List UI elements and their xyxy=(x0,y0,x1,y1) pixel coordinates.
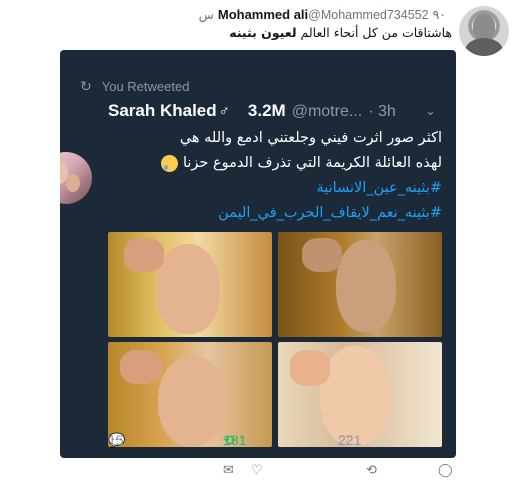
tweet-text-plain: هاشتاقات من كل أنحاء العالم xyxy=(296,25,453,40)
photo-man-crying xyxy=(278,232,442,337)
photo-girl-crying-1 xyxy=(108,232,272,337)
retweet-count: 181 xyxy=(223,432,247,448)
inner-time: · 3h xyxy=(368,103,396,120)
photo-face xyxy=(158,356,226,446)
tweet-action-bar: ✉ ♡ ⟲ ◯ xyxy=(0,463,517,479)
reply-count: 15 xyxy=(108,432,124,448)
inner-handle: @motre... xyxy=(291,103,363,120)
inner-line-1: اكثر صور اثرت فيني وجلعتني ادمع والله هي xyxy=(179,130,442,146)
photo-hand xyxy=(120,350,162,384)
chevron-down-icon: ⌄ xyxy=(425,104,436,119)
photo-hand xyxy=(302,238,342,272)
retweeted-label: You Retweeted xyxy=(101,79,190,94)
male-symbol-icon: ♂ xyxy=(218,103,230,120)
author-name[interactable]: Mohammed ali xyxy=(218,7,308,22)
inner-author-name: Sarah Khaled xyxy=(108,101,217,120)
embedded-screenshot[interactable]: ↻ You Retweeted Sarah Khaled ♂ 3.2M @motre..… xyxy=(60,50,456,458)
inner-tweet-header: Sarah Khaled ♂ 3.2M @motre... · 3h xyxy=(108,101,396,121)
avatar-face xyxy=(66,174,80,192)
tweet-text-bold: لعيون بثينه xyxy=(229,25,297,40)
photo-hand xyxy=(124,238,164,272)
heart-icon[interactable]: ♡ xyxy=(251,463,263,478)
hashtag-1: #بثينه_عين_الانسانية xyxy=(316,180,442,196)
photo-girl-crying-2 xyxy=(108,342,272,447)
author-handle[interactable]: @Mohammed734552 xyxy=(308,8,428,22)
photo-face xyxy=(320,346,390,446)
photo-grid xyxy=(108,232,442,447)
tweet-header: Mohammed ali@Mohammed734552٩٠ س xyxy=(199,7,452,22)
photo-face xyxy=(156,244,220,334)
avatar-body xyxy=(465,38,503,56)
inner-avatar xyxy=(60,152,92,204)
tweet-text: هاشتاقات من كل أنحاء العالم لعيون بثينه xyxy=(229,25,452,40)
inner-follower-count: 3.2M xyxy=(247,101,286,120)
retweeted-row: ↻ You Retweeted xyxy=(80,78,189,95)
crying-face-icon xyxy=(161,154,179,172)
photo-hand xyxy=(290,350,330,386)
avatar-head xyxy=(473,14,495,40)
hashtag-2: #بثينه_نعم_لايقاف_الحرب_في_اليمن xyxy=(218,205,442,221)
like-count: 221 xyxy=(338,432,362,448)
mail-icon[interactable]: ✉ xyxy=(223,463,234,478)
photo-face xyxy=(336,240,396,332)
user-avatar[interactable] xyxy=(459,6,509,56)
inner-tweet-text: اكثر صور اثرت فيني وجلعتني ادمع والله هي… xyxy=(112,126,442,226)
retweet-icon[interactable]: ⟲ xyxy=(366,463,377,478)
retweet-icon: ↻ xyxy=(80,78,92,94)
inner-line-2: لهذه العائلة الكريمة التي تذرف الدموع حز… xyxy=(182,155,442,171)
reply-icon[interactable]: ◯ xyxy=(438,463,453,478)
